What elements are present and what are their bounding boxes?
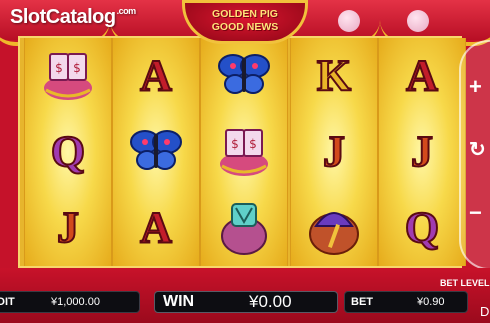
reel-4-symbol-3 (291, 190, 377, 266)
watermark-brand: SlotCatalog (10, 6, 116, 28)
bet-panel[interactable]: BET ¥0.90 (344, 291, 468, 313)
reel-5-symbol-2: J (379, 114, 465, 190)
reel-1-symbol-3: J (25, 190, 111, 266)
game-title-plaque: GOLDEN PIG GOOD NEWS (182, 0, 308, 44)
letter-q-symbol: Q (50, 127, 86, 176)
letter-k-symbol: K (316, 51, 352, 100)
letter-j-symbol: J (410, 127, 434, 176)
game-title-line2: GOOD NEWS (211, 21, 279, 33)
lantern-icon (407, 10, 429, 32)
money-bag-icon (216, 196, 272, 261)
reel-2-symbol-2 (113, 114, 199, 190)
reel-3-symbol-2: $ $ (201, 114, 287, 190)
slot-game-screen: SlotCatalog.com GOLDEN PIG GOOD NEWS $ $ Q… (0, 0, 490, 323)
bet-increase-button[interactable]: + (469, 74, 482, 100)
butterfly-icon (215, 48, 273, 105)
pig-lantern-icon: $ $ (38, 44, 98, 109)
watermark-suffix: .com (116, 6, 137, 16)
spin-button[interactable]: ↻ (469, 137, 486, 162)
butterfly-icon (127, 124, 185, 181)
letter-a-symbol: A (405, 51, 439, 100)
reel-5-symbol-3: Q (379, 190, 465, 266)
svg-text:$: $ (55, 61, 63, 75)
reel-2-symbol-1: A (113, 38, 199, 114)
reel-3: $ $ (200, 38, 288, 266)
win-panel: WIN ¥0.00 (154, 291, 338, 313)
reel-1-symbol-2: Q (25, 114, 111, 190)
letter-j-symbol: J (56, 203, 80, 252)
svg-text:$: $ (249, 137, 257, 151)
credit-panel: DIT ¥1,000.00 (0, 291, 140, 313)
reel-3-symbol-1 (201, 38, 287, 114)
reel-1-symbol-1: $ $ (25, 38, 111, 114)
bet-label: BET (351, 296, 373, 308)
reel-4: KJ (290, 38, 378, 266)
reel-2-symbol-3: A (113, 190, 199, 266)
side-control-panel: + ↻ − (459, 40, 490, 270)
fan-icon (306, 196, 362, 261)
pig-lantern-icon: $ $ (214, 120, 274, 185)
reel-1: $ $ Q J (24, 38, 112, 266)
credit-label: DIT (0, 296, 15, 308)
game-title-line1: GOLDEN PIG (212, 8, 278, 20)
lantern-icon (338, 10, 360, 32)
bet-level-label: BET LEVEL (440, 278, 490, 288)
letter-a-symbol: A (139, 51, 173, 100)
bet-decrease-button[interactable]: − (469, 200, 482, 226)
reel-5-symbol-1: A (379, 38, 465, 114)
letter-j-symbol: J (322, 127, 346, 176)
reel-4-symbol-2: J (291, 114, 377, 190)
svg-text:$: $ (231, 137, 239, 151)
reel-4-symbol-1: K (291, 38, 377, 114)
bet-value: ¥0.90 (417, 296, 445, 308)
reel-2: AA (112, 38, 200, 266)
reel-5: AJQ (378, 38, 466, 266)
reel-3-symbol-3 (201, 190, 287, 266)
letter-q-symbol: Q (404, 203, 440, 252)
letter-a-symbol: A (139, 203, 173, 252)
svg-text:$: $ (73, 61, 81, 75)
corner-text: D (480, 304, 490, 319)
win-value: ¥0.00 (249, 292, 292, 311)
watermark-logo: SlotCatalog.com (10, 6, 136, 29)
win-label: WIN (163, 293, 195, 310)
credit-value: ¥1,000.00 (51, 296, 100, 308)
